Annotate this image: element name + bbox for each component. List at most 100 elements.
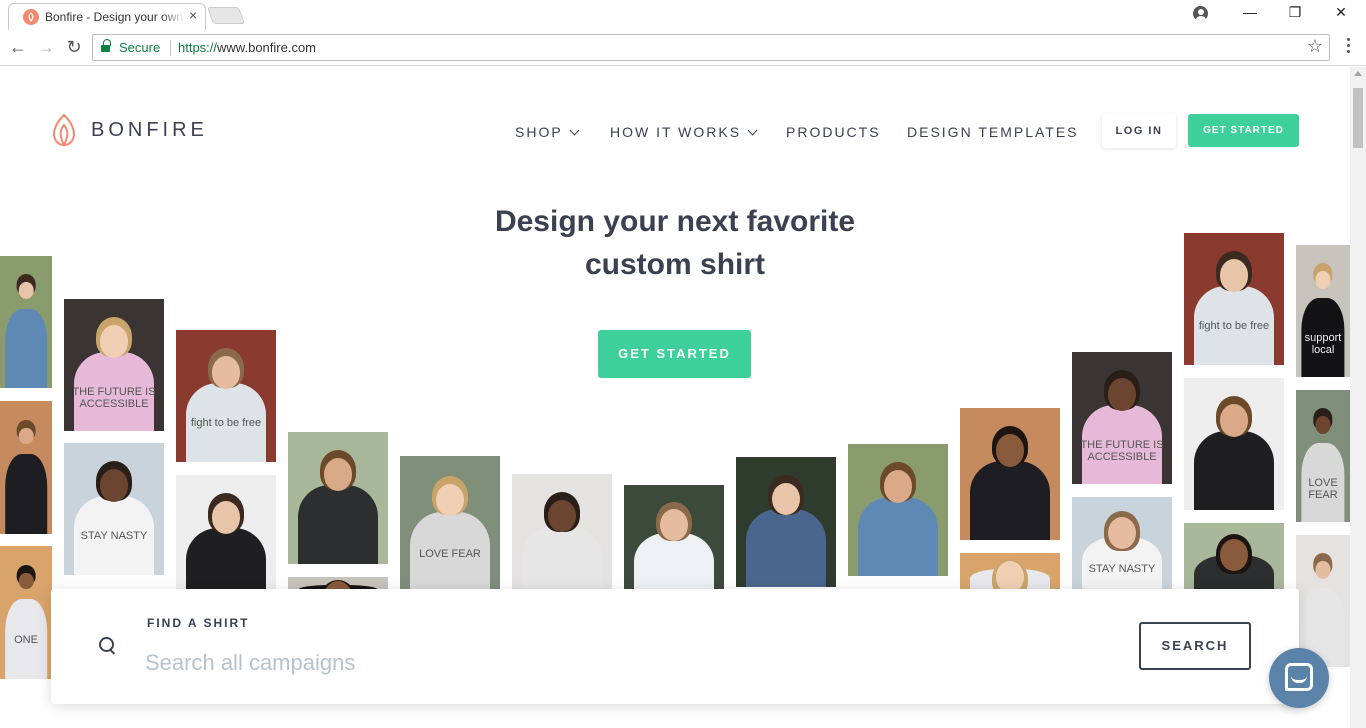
head-shape <box>1315 271 1331 289</box>
chat-button[interactable] <box>1269 648 1329 708</box>
browser-titlebar: Bonfire - Design your own × — ❐ ✕ <box>0 0 1366 30</box>
product-photo-tile[interactable] <box>736 457 836 587</box>
url-text[interactable]: https://www.bonfire.com <box>178 40 316 55</box>
shirt-print-text: THE FUTURE IS ACCESSIBLE <box>72 386 156 411</box>
reload-icon[interactable]: ↻ <box>63 36 85 58</box>
nav-how-it-works[interactable]: HOW IT WORKS <box>610 124 758 140</box>
product-photo-tile[interactable]: LOVE FEAR <box>400 456 500 596</box>
address-bar[interactable]: Secure https://www.bonfire.com ☆ <box>92 34 1330 61</box>
secure-label: Secure <box>119 40 161 55</box>
url-scheme: https:// <box>178 40 218 55</box>
shirt-print-text: LOVE FEAR <box>419 548 481 561</box>
product-photo-tile[interactable] <box>960 553 1060 593</box>
shirt-shape <box>5 308 47 388</box>
nav-shop[interactable]: SHOP <box>515 124 580 140</box>
shirt-print-text: LOVE FEAR <box>1308 477 1338 502</box>
product-photo-tile[interactable]: fight to be free <box>176 330 276 462</box>
search-icon <box>99 637 115 653</box>
head-shape <box>436 484 464 517</box>
head-shape <box>772 483 800 516</box>
lock-icon <box>101 39 111 53</box>
product-photo-tile[interactable]: THE FUTURE IS ACCESSIBLE <box>64 299 164 431</box>
tab-close-icon[interactable]: × <box>189 7 197 23</box>
search-input[interactable] <box>145 647 1045 679</box>
product-photo-tile[interactable] <box>1296 535 1350 667</box>
head-shape <box>884 470 912 503</box>
product-photo-tile[interactable]: THE FUTURE IS ACCESSIBLE <box>1072 352 1172 484</box>
nav-how-it-works-label: HOW IT WORKS <box>610 124 742 140</box>
product-photo-tile[interactable] <box>960 408 1060 540</box>
product-photo-tile[interactable] <box>1184 378 1284 510</box>
scroll-thumb[interactable] <box>1353 88 1363 148</box>
product-photo-tile[interactable]: STAY NASTY <box>64 443 164 575</box>
scroll-up-arrow-icon[interactable] <box>1354 71 1362 76</box>
head-shape <box>212 501 240 534</box>
head-shape <box>1220 404 1248 437</box>
head-shape <box>18 282 34 300</box>
hero-title-line1: Design your next favorite <box>494 205 856 238</box>
product-photo-tile[interactable] <box>0 256 52 388</box>
browser-tab[interactable]: Bonfire - Design your own × <box>8 3 206 30</box>
product-photo-tile[interactable]: STAY NASTY <box>1072 497 1172 597</box>
shirt-print-text: STAY NASTY <box>80 530 148 543</box>
account-icon[interactable] <box>1193 6 1208 21</box>
minimize-icon[interactable]: — <box>1240 4 1260 20</box>
bonfire-logo[interactable]: BONFIRE <box>50 113 230 149</box>
forward-icon[interactable]: → <box>35 36 57 58</box>
shirt-print-text: THE FUTURE IS ACCESSIBLE <box>1080 439 1164 464</box>
url-host: www.bonfire.com <box>217 40 317 55</box>
head-shape <box>18 427 34 445</box>
shirt-shape <box>298 484 378 564</box>
login-button[interactable]: LOG IN <box>1102 114 1176 148</box>
page-scrollbar[interactable] <box>1350 67 1366 728</box>
browser-toolbar: ← → ↻ Secure https://www.bonfire.com ☆ <box>0 30 1366 66</box>
page-viewport: BONFIRE SHOP HOW IT WORKS PRODUCTS DESIG… <box>0 67 1350 728</box>
shirt-shape <box>1194 430 1274 510</box>
browser-menu-icon[interactable] <box>1342 38 1354 58</box>
nav-shop-label: SHOP <box>515 124 563 140</box>
product-photo-tile[interactable] <box>176 475 276 607</box>
head-shape <box>1220 539 1248 572</box>
bonfire-favicon-icon <box>23 9 39 25</box>
product-photo-tile[interactable] <box>848 444 948 576</box>
head-shape <box>660 509 688 542</box>
head-shape <box>1315 416 1331 434</box>
product-photo-tile[interactable]: LOVE FEAR <box>1296 390 1350 522</box>
nav-products[interactable]: PRODUCTS <box>786 124 881 140</box>
chevron-down-icon <box>747 125 758 136</box>
product-photo-tile[interactable]: support local <box>1296 245 1350 377</box>
head-shape <box>548 500 576 533</box>
head-shape <box>1220 259 1248 292</box>
nav-design-templates[interactable]: DESIGN TEMPLATES <box>907 124 1079 140</box>
shirt-print-text: fight to be free <box>1198 320 1270 333</box>
head-shape <box>18 572 34 590</box>
product-photo-tile[interactable] <box>512 474 612 604</box>
product-photo-tile[interactable]: ONE <box>0 546 52 679</box>
product-photo-tile[interactable] <box>288 432 388 564</box>
address-separator <box>170 40 171 56</box>
bookmark-star-icon[interactable]: ☆ <box>1307 36 1323 57</box>
maximize-icon[interactable]: ❐ <box>1285 4 1305 21</box>
head-shape <box>100 469 128 502</box>
search-button[interactable]: SEARCH <box>1139 622 1251 670</box>
shirt-print-text: support local <box>1304 332 1342 357</box>
search-panel: FIND A SHIRT SEARCH <box>51 589 1299 704</box>
hero-get-started-button[interactable]: GET STARTED <box>598 330 751 378</box>
product-photo-tile[interactable]: fight to be free <box>1184 233 1284 365</box>
tab-title: Bonfire - Design your own <box>45 10 185 24</box>
shirt-print-text: fight to be free <box>190 417 262 430</box>
new-tab-button[interactable] <box>206 7 246 24</box>
shirt-shape <box>858 496 938 576</box>
header-get-started-button[interactable]: GET STARTED <box>1188 114 1299 147</box>
back-icon[interactable]: ← <box>7 36 29 58</box>
product-photo-tile[interactable] <box>624 485 724 605</box>
hero-title: Design your next favorite custom shirt <box>425 200 925 286</box>
hero-title-line2: custom shirt <box>584 248 766 281</box>
head-shape <box>1108 517 1136 550</box>
shirt-print-text: ONE <box>14 633 38 646</box>
close-window-icon[interactable]: ✕ <box>1331 4 1351 21</box>
product-photo-tile[interactable] <box>0 401 52 534</box>
head-shape <box>996 434 1024 467</box>
flame-logo-icon <box>52 113 76 147</box>
shirt-shape <box>970 460 1050 540</box>
